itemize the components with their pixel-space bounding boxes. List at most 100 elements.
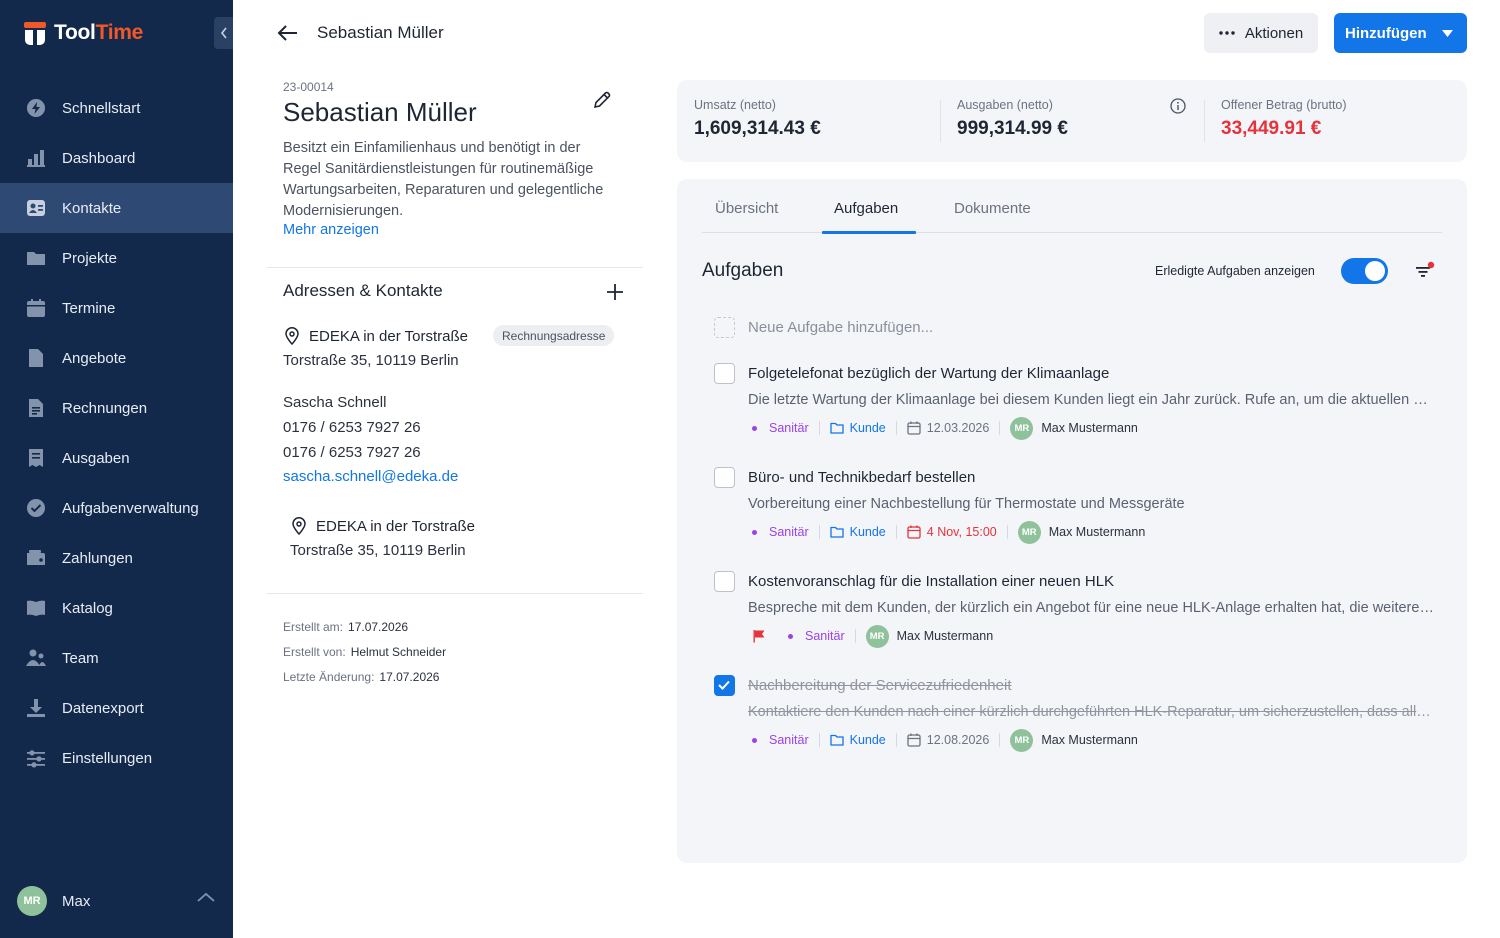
actions-button[interactable]: Aktionen [1204,13,1318,53]
actions-label: Aktionen [1244,24,1304,42]
contact-email-link[interactable]: sascha.schnell@edeka.de [283,468,458,485]
task-item: Kostenvoranschlag für die Installation e… [714,571,1434,651]
sidebar-item-einstellungen[interactable]: Einstellungen [0,733,233,783]
expenses-stat: Ausgaben (netto) 999,314.99 € [957,98,1068,140]
contact-phone[interactable]: 0176 / 6253 7927 26 [283,444,421,461]
contact-tag[interactable]: Kunde [850,525,886,539]
assignee-name: Max Mustermann [1041,421,1138,435]
open-amount-stat: Offener Betrag (brutto) 33,449.91 € [1221,98,1347,140]
tooltime-logo[interactable]: ToolTime [24,20,143,46]
wallet-icon [25,548,46,569]
task-meta: Sanitär MR Max Mustermann [748,623,993,649]
sidebar-item-team[interactable]: Team [0,633,233,683]
sidebar-item-label: Projekte [62,249,118,267]
tab-uebersicht[interactable]: Übersicht [715,200,778,217]
task-checkbox[interactable] [714,675,735,696]
sidebar-item-termine[interactable]: Termine [0,283,233,333]
category-tag[interactable]: Sanitär [805,629,845,643]
sidebar-item-katalog[interactable]: Katalog [0,583,233,633]
sidebar-item-projekte[interactable]: Projekte [0,233,233,283]
filter-icon[interactable] [1414,261,1436,279]
calendar-outline-icon [907,733,921,747]
contact-id: 23-00014 [283,80,334,94]
sidebar-item-schnellstart[interactable]: Schnellstart [0,83,233,133]
category-tag[interactable]: Sanitär [769,733,809,747]
due-date: 12.03.2026 [926,421,990,435]
collapse-sidebar-button[interactable] [214,17,233,49]
sidebar-item-label: Katalog [62,599,113,617]
assignee-name: Max Mustermann [1048,525,1146,539]
toggle-knob [1365,261,1385,281]
new-task-placeholder: Neue Aufgabe hinzufügen... [748,319,934,336]
add-button[interactable]: Hinzufügen [1334,13,1467,53]
new-task-input[interactable]: Neue Aufgabe hinzufügen... [714,317,933,338]
task-description: Die letzte Wartung der Klimaanlage bei d… [748,392,1434,408]
created-by-value: Helmut Schneider [350,645,447,659]
address-name-text: EDEKA in der Torstraße [316,517,475,535]
sidebar-item-kontakte[interactable]: Kontakte [0,183,233,233]
tabs-divider [702,232,1442,233]
sidebar-item-label: Schnellstart [62,99,141,117]
sliders-icon [25,748,46,769]
tab-dokumente[interactable]: Dokumente [954,200,1031,217]
contact-tag[interactable]: Kunde [850,421,886,435]
sidebar-item-rechnungen[interactable]: Rechnungen [0,383,233,433]
task-checkbox[interactable] [714,363,735,384]
updated-label: Letzte Änderung: [283,670,375,684]
assignee-avatar: MR [1010,728,1034,752]
contact-phone[interactable]: 0176 / 6253 7927 26 [283,419,421,436]
task-meta: Sanitär Kunde 12.03.2026 MR Max Musterma… [748,415,1138,441]
address-name: EDEKA in der Torstraße [291,517,475,535]
open-amount-value: 33,449.91 € [1221,118,1322,139]
stat-divider [1204,100,1205,142]
chevron-left-icon [220,27,227,39]
assignee-name: Max Mustermann [1041,733,1138,747]
meta-divider [818,525,820,539]
stat-divider [940,100,941,142]
pencil-icon[interactable] [592,90,612,110]
task-title[interactable]: Kostenvoranschlag für die Installation e… [748,573,1114,590]
sidebar-item-label: Kontakte [62,199,122,217]
sidebar-item-ausgaben[interactable]: Ausgaben [0,433,233,483]
divider [267,593,643,594]
task-checkbox[interactable] [714,467,735,488]
sidebar-item-label: Einstellungen [62,749,153,767]
expenses-value: 999,314.99 € [957,118,1068,139]
info-icon[interactable] [1170,98,1186,114]
category-tag[interactable]: Sanitär [769,421,809,435]
divider [267,267,643,268]
folder-outline-icon [829,526,844,538]
sidebar-item-label: Termine [62,299,116,317]
tab-aufgaben[interactable]: Aufgaben [834,200,898,217]
due-date: 4 Nov, 15:00 [926,525,997,539]
logo-mark-icon [24,22,46,45]
category-tag[interactable]: Sanitär [769,525,809,539]
created-at-value: 17.07.2026 [348,620,409,634]
map-pin-icon [292,517,306,535]
contact-name: Sebastian Müller [283,97,477,127]
task-title[interactable]: Nachbereitung der Servicezufriedenheit [748,677,1012,694]
sidebar-item-datenexport[interactable]: Datenexport [0,683,233,733]
sidebar-item-angebote[interactable]: Angebote [0,333,233,383]
sidebar-item-aufgabenverwaltung[interactable]: Aufgabenverwaltung [0,483,233,533]
calendar-outline-icon [907,421,921,435]
show-more-link[interactable]: Mehr anzeigen [283,222,379,238]
back-arrow-icon[interactable] [275,22,299,44]
show-completed-toggle[interactable] [1341,258,1388,284]
task-title[interactable]: Büro- und Technikbedarf bestellen [748,469,975,486]
sidebar: ToolTime Schnellstart Dashboard Kontakte… [0,0,233,938]
user-menu[interactable]: MR Max [0,864,233,938]
map-pin-icon [285,327,299,345]
updated-row: Letzte Änderung: 17.07.2026 [283,670,439,684]
meta-divider [895,525,897,539]
avatar: MR [17,886,47,916]
task-title[interactable]: Folgetelefonat bezüglich der Wartung der… [748,365,1109,382]
meta-divider [999,733,1001,747]
contact-tag[interactable]: Kunde [850,733,886,747]
sidebar-item-dashboard[interactable]: Dashboard [0,133,233,183]
expenses-label: Ausgaben (netto) [957,98,1053,112]
sidebar-item-zahlungen[interactable]: Zahlungen [0,533,233,583]
plus-icon[interactable] [605,282,625,302]
assignee-avatar: MR [865,624,889,648]
task-checkbox[interactable] [714,571,735,592]
